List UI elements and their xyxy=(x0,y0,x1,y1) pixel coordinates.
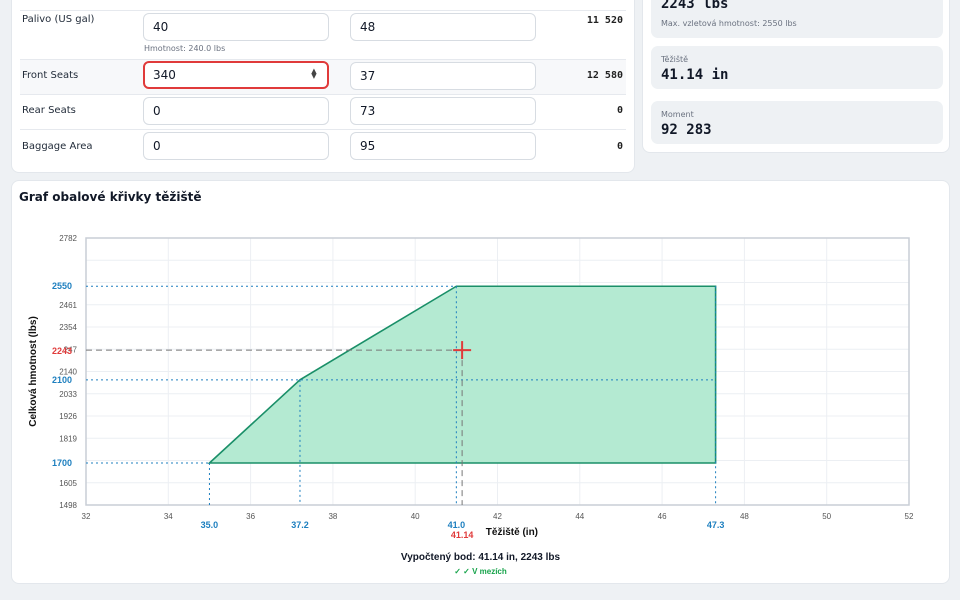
x-tick-label: 32 xyxy=(82,512,91,521)
row-label-front-seats: Front Seats xyxy=(22,70,79,81)
baggage-moment-value: 0 xyxy=(616,141,623,152)
x-tick-label: 38 xyxy=(328,512,337,521)
x-tick-label: 52 xyxy=(905,512,914,521)
point-y-label: 2243 xyxy=(52,346,72,356)
x-tick-label: 46 xyxy=(658,512,667,521)
within-limits-status: ✓ ✓ V mezích xyxy=(454,567,507,576)
x-tick-label: 50 xyxy=(822,512,831,521)
y-tick-label: 1926 xyxy=(59,412,77,421)
rear-seats-arm-input[interactable]: 73 xyxy=(350,97,536,125)
front-seats-arm-input[interactable]: 37 xyxy=(350,62,536,90)
y-tick-label: 2033 xyxy=(59,390,77,399)
y-tick-label: 2461 xyxy=(59,301,77,310)
rear-seats-moment-value: 0 xyxy=(616,105,623,116)
x-tick-label: 40 xyxy=(411,512,420,521)
baggage-arm-input[interactable]: 95 xyxy=(350,132,536,160)
x-tick-label: 44 xyxy=(575,512,584,521)
y-tick-label: 2354 xyxy=(59,323,77,332)
moment-value: 92 283 xyxy=(661,122,712,138)
y-tick-label: 2782 xyxy=(59,234,77,243)
envelope-x-label: 35.0 xyxy=(201,520,219,530)
point-x-label: 41.14 xyxy=(451,530,474,540)
x-axis-title: Těžiště (in) xyxy=(486,527,538,538)
y-tick-label: 1498 xyxy=(59,501,77,510)
envelope-y-label: 2550 xyxy=(52,281,72,291)
row-label-rear-seats: Rear Seats xyxy=(22,105,76,116)
envelope-x-label: 47.3 xyxy=(707,520,725,530)
cg-envelope-card: Graf obalové křivky těžiště 32 34 36 38 40 42… xyxy=(11,180,950,584)
cg-label: Těžiště xyxy=(661,55,689,64)
total-weight-box: 2243 lbs Max. vzletová hmotnost: 2550 lb… xyxy=(651,0,943,38)
moment-box: Moment 92 283 xyxy=(651,101,943,144)
x-tick-label: 36 xyxy=(246,512,255,521)
y-axis-title: Celková hmotnost (lbs) xyxy=(28,316,39,427)
envelope-x-label: 37.2 xyxy=(291,520,309,530)
x-tick-label: 42 xyxy=(493,512,502,521)
calculated-point-text: Vypočtený bod: 41.14 in, 2243 lbs xyxy=(400,552,561,563)
y-tick-label: 1605 xyxy=(59,479,77,488)
front-seats-moment-value: 12 580 xyxy=(586,70,623,81)
moment-label: Moment xyxy=(661,110,694,119)
summary-card: 2243 lbs Max. vzletová hmotnost: 2550 lb… xyxy=(642,0,950,153)
max-takeoff-weight-note: Max. vzletová hmotnost: 2550 lbs xyxy=(661,19,797,28)
front-seats-weight-value: 340 xyxy=(153,68,176,82)
envelope-y-label: 2100 xyxy=(52,375,72,385)
row-label-fuel: Palivo (US gal) xyxy=(22,14,95,25)
number-stepper-icon[interactable]: ▲ ▼ xyxy=(310,68,318,80)
rear-seats-weight-input[interactable]: 0 xyxy=(143,97,329,125)
row-label-baggage: Baggage Area xyxy=(22,141,93,152)
row-divider xyxy=(20,129,626,130)
cg-value: 41.14 in xyxy=(661,67,729,83)
fuel-weight-note: Hmotnost: 240.0 lbs xyxy=(144,44,226,53)
baggage-weight-input[interactable]: 0 xyxy=(143,132,329,160)
front-seats-weight-input[interactable]: 340 ▲ ▼ xyxy=(143,61,329,89)
x-tick-label: 48 xyxy=(740,512,749,521)
total-weight-value: 2243 lbs xyxy=(661,0,729,12)
envelope-y-label: 1700 xyxy=(52,458,72,468)
fuel-moment-value: 11 520 xyxy=(586,15,623,26)
row-divider xyxy=(20,59,626,60)
envelope-x-label: 41.0 xyxy=(448,520,466,530)
row-divider xyxy=(20,10,626,11)
cg-envelope-chart: 32 34 36 38 40 42 44 46 48 50 52 1498 1605 1819 1926 20… xyxy=(28,234,914,540)
fuel-arm-input[interactable]: 48 xyxy=(350,13,536,41)
loading-table-card: Palivo (US gal) 40 48 11 520 Hmotnost: 2… xyxy=(11,0,635,173)
fuel-quantity-input[interactable]: 40 xyxy=(143,13,329,41)
row-divider xyxy=(20,94,626,95)
cg-box: Těžiště 41.14 in xyxy=(651,46,943,89)
x-tick-label: 34 xyxy=(164,512,173,521)
y-tick-label: 1819 xyxy=(59,434,77,443)
